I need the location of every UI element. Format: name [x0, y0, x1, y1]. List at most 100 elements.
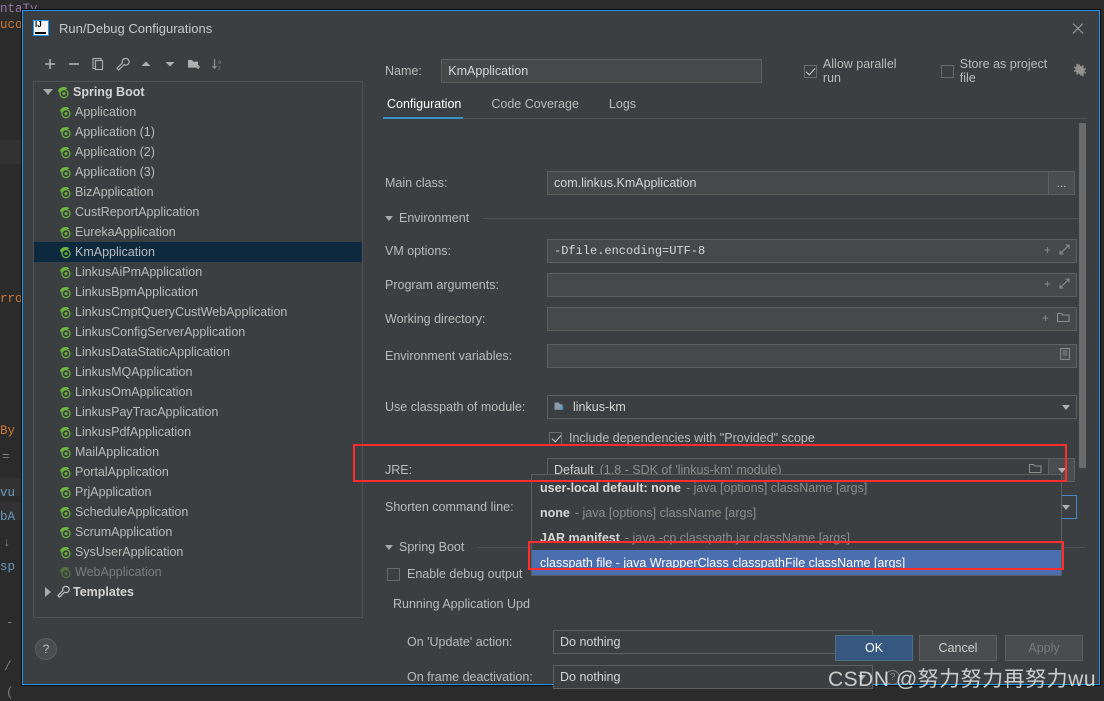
- main-class-input[interactable]: com.linkus.KmApplication: [547, 171, 1049, 195]
- configurations-tree[interactable]: Spring Boot Application Application (1) App…: [33, 81, 363, 618]
- spring-boot-icon: [58, 205, 72, 219]
- environment-variables-input[interactable]: [547, 344, 1077, 368]
- tree-item-scheduleapplication[interactable]: ScheduleApplication: [34, 502, 362, 522]
- allow-parallel-run-label: Allow parallel run: [822, 57, 897, 85]
- vm-options-row: VM options: -Dfile.encoding=UTF-8 +: [385, 239, 1095, 263]
- tree-item-linkuspdfapplication[interactable]: LinkusPdfApplication: [34, 422, 362, 442]
- tree-item-application-1[interactable]: Application (1): [34, 122, 362, 142]
- move-down-icon[interactable]: [159, 53, 181, 75]
- tree-item-linkusomapplication[interactable]: LinkusOmApplication: [34, 382, 362, 402]
- main-class-browse-button[interactable]: ...: [1049, 171, 1075, 195]
- spring-boot-icon: [58, 345, 72, 359]
- tree-item-bizapplication[interactable]: BizApplication: [34, 182, 362, 202]
- program-arguments-label: Program arguments:: [385, 278, 499, 292]
- tree-item-linkusmqapplication[interactable]: LinkusMQApplication: [34, 362, 362, 382]
- tree-item-eurekaapplication[interactable]: EurekaApplication: [34, 222, 362, 242]
- sort-alphabetically-icon[interactable]: a z: [207, 53, 229, 75]
- tree-toolbar: a z: [33, 51, 363, 77]
- tab-label: Configuration: [387, 97, 462, 111]
- help-button[interactable]: ?: [35, 638, 57, 660]
- vm-options-input[interactable]: -Dfile.encoding=UTF-8 +: [547, 239, 1077, 263]
- browse-folder-icon[interactable]: [1056, 312, 1070, 327]
- use-classpath-combobox[interactable]: linkus-km: [547, 395, 1077, 419]
- chevron-down-icon[interactable]: [1062, 404, 1070, 410]
- tree-item-label: PortalApplication: [75, 465, 169, 479]
- cancel-button[interactable]: Cancel: [919, 635, 997, 661]
- editor-code-fragment: uco: [0, 18, 23, 32]
- tree-item-prjapplication[interactable]: PrjApplication: [34, 482, 362, 502]
- detail-panel-scrollbar[interactable]: [1077, 51, 1087, 616]
- move-up-icon[interactable]: [135, 53, 157, 75]
- shorten-command-line-dropdown[interactable]: user-local default: none - java [options]…: [531, 474, 1062, 576]
- chevron-right-icon[interactable]: [42, 586, 54, 598]
- name-input[interactable]: [441, 59, 762, 83]
- tree-item-label: EurekaApplication: [75, 225, 176, 239]
- apply-button[interactable]: Apply: [1005, 635, 1083, 661]
- edit-templates-icon[interactable]: [111, 53, 133, 75]
- tree-item-linkusaipmapplication[interactable]: LinkusAiPmApplication: [34, 262, 362, 282]
- edit-variables-icon[interactable]: [1060, 348, 1070, 364]
- tree-item-scrumapplication[interactable]: ScrumApplication: [34, 522, 362, 542]
- tab-configuration[interactable]: Configuration: [382, 93, 475, 119]
- chevron-down-icon[interactable]: [42, 86, 54, 98]
- tree-item-application[interactable]: Application: [34, 102, 362, 122]
- editor-gutter-glyph: -: [6, 616, 14, 630]
- tree-item-label: Application (2): [75, 145, 155, 159]
- tree-item-kmapplication[interactable]: KmApplication: [34, 242, 362, 262]
- editor-code-fragment: rro: [0, 292, 23, 306]
- allow-parallel-run-checkbox[interactable]: Allow parallel run: [803, 57, 915, 85]
- tree-item-linkusconfigserverapplication[interactable]: LinkusConfigServerApplication: [34, 322, 362, 342]
- main-class-row: Main class: com.linkus.KmApplication ...: [385, 171, 1095, 195]
- editor-highlight-band: [0, 140, 22, 164]
- tree-item-linkuscmptquerycustwebapplication[interactable]: LinkusCmptQueryCustWebApplication: [34, 302, 362, 322]
- tab-logs[interactable]: Logs: [607, 93, 650, 118]
- add-macro-icon[interactable]: +: [1044, 244, 1051, 258]
- tree-item-label: ScheduleApplication: [75, 505, 189, 519]
- enable-debug-output-checkbox[interactable]: Enable debug output: [387, 567, 522, 581]
- tree-item-linkuspaytracapplication[interactable]: LinkusPayTracApplication: [34, 402, 362, 422]
- ok-button[interactable]: OK: [835, 635, 913, 661]
- store-as-project-file-checkbox[interactable]: Store as project file: [940, 57, 1063, 85]
- tree-item-application-3[interactable]: Application (3): [34, 162, 362, 182]
- move-into-folder-icon[interactable]: [183, 53, 205, 75]
- add-icon[interactable]: [39, 53, 61, 75]
- tree-item-linkusdatastaticapplication[interactable]: LinkusDataStaticApplication: [34, 342, 362, 362]
- expand-editor-icon[interactable]: [1059, 243, 1070, 259]
- remove-icon[interactable]: [63, 53, 85, 75]
- expand-editor-icon[interactable]: [1059, 277, 1070, 293]
- working-directory-field-icons: +: [1042, 308, 1070, 330]
- spring-boot-icon: [58, 185, 72, 199]
- add-macro-icon[interactable]: +: [1044, 278, 1051, 292]
- dropdown-option[interactable]: classpath file - java WrapperClass class…: [532, 550, 1061, 575]
- add-macro-icon[interactable]: +: [1042, 312, 1049, 326]
- environment-section-header[interactable]: Environment: [385, 211, 1085, 225]
- wrench-icon: [56, 585, 70, 599]
- editor-code-fragment: sp: [0, 560, 16, 574]
- tree-item-label: Application (1): [75, 125, 155, 139]
- tree-group-spring-boot[interactable]: Spring Boot: [34, 82, 362, 102]
- include-dependencies-checkbox[interactable]: Include dependencies with "Provided" sco…: [549, 431, 815, 445]
- copy-icon[interactable]: [87, 53, 109, 75]
- dropdown-option[interactable]: user-local default: none - java [options]…: [532, 475, 1061, 500]
- dialog-title: Run/Debug Configurations: [59, 20, 213, 36]
- tree-item-custreportapplication[interactable]: CustReportApplication: [34, 202, 362, 222]
- environment-section-label: Environment: [399, 211, 470, 225]
- dropdown-option-hint: - java -cp classpath.jar className [args…: [624, 530, 850, 545]
- dropdown-option[interactable]: JAR manifest - java -cp classpath.jar cla…: [532, 525, 1061, 550]
- tree-group-templates[interactable]: Templates: [34, 582, 362, 602]
- close-icon[interactable]: [1069, 20, 1087, 38]
- tree-item-application-2[interactable]: Application (2): [34, 142, 362, 162]
- chevron-down-icon[interactable]: [1062, 504, 1070, 510]
- tree-item-sysuserapplication[interactable]: SysUserApplication: [34, 542, 362, 562]
- dropdown-option[interactable]: none - java [options] className [args]: [532, 500, 1061, 525]
- program-arguments-input[interactable]: +: [547, 273, 1077, 297]
- working-directory-input[interactable]: +: [547, 307, 1077, 331]
- tree-item-mailapplication[interactable]: MailApplication: [34, 442, 362, 462]
- tab-code-coverage[interactable]: Code Coverage: [489, 93, 593, 118]
- tree-item-portalapplication[interactable]: PortalApplication: [34, 462, 362, 482]
- tree-item-linkusbpmapplication[interactable]: LinkusBpmApplication: [34, 282, 362, 302]
- main-class-label: Main class:: [385, 176, 448, 190]
- tree-item-label: LinkusAiPmApplication: [75, 265, 203, 279]
- scrollbar-thumb[interactable]: [1079, 123, 1086, 468]
- tree-item-webapplication[interactable]: WebApplication: [34, 562, 362, 582]
